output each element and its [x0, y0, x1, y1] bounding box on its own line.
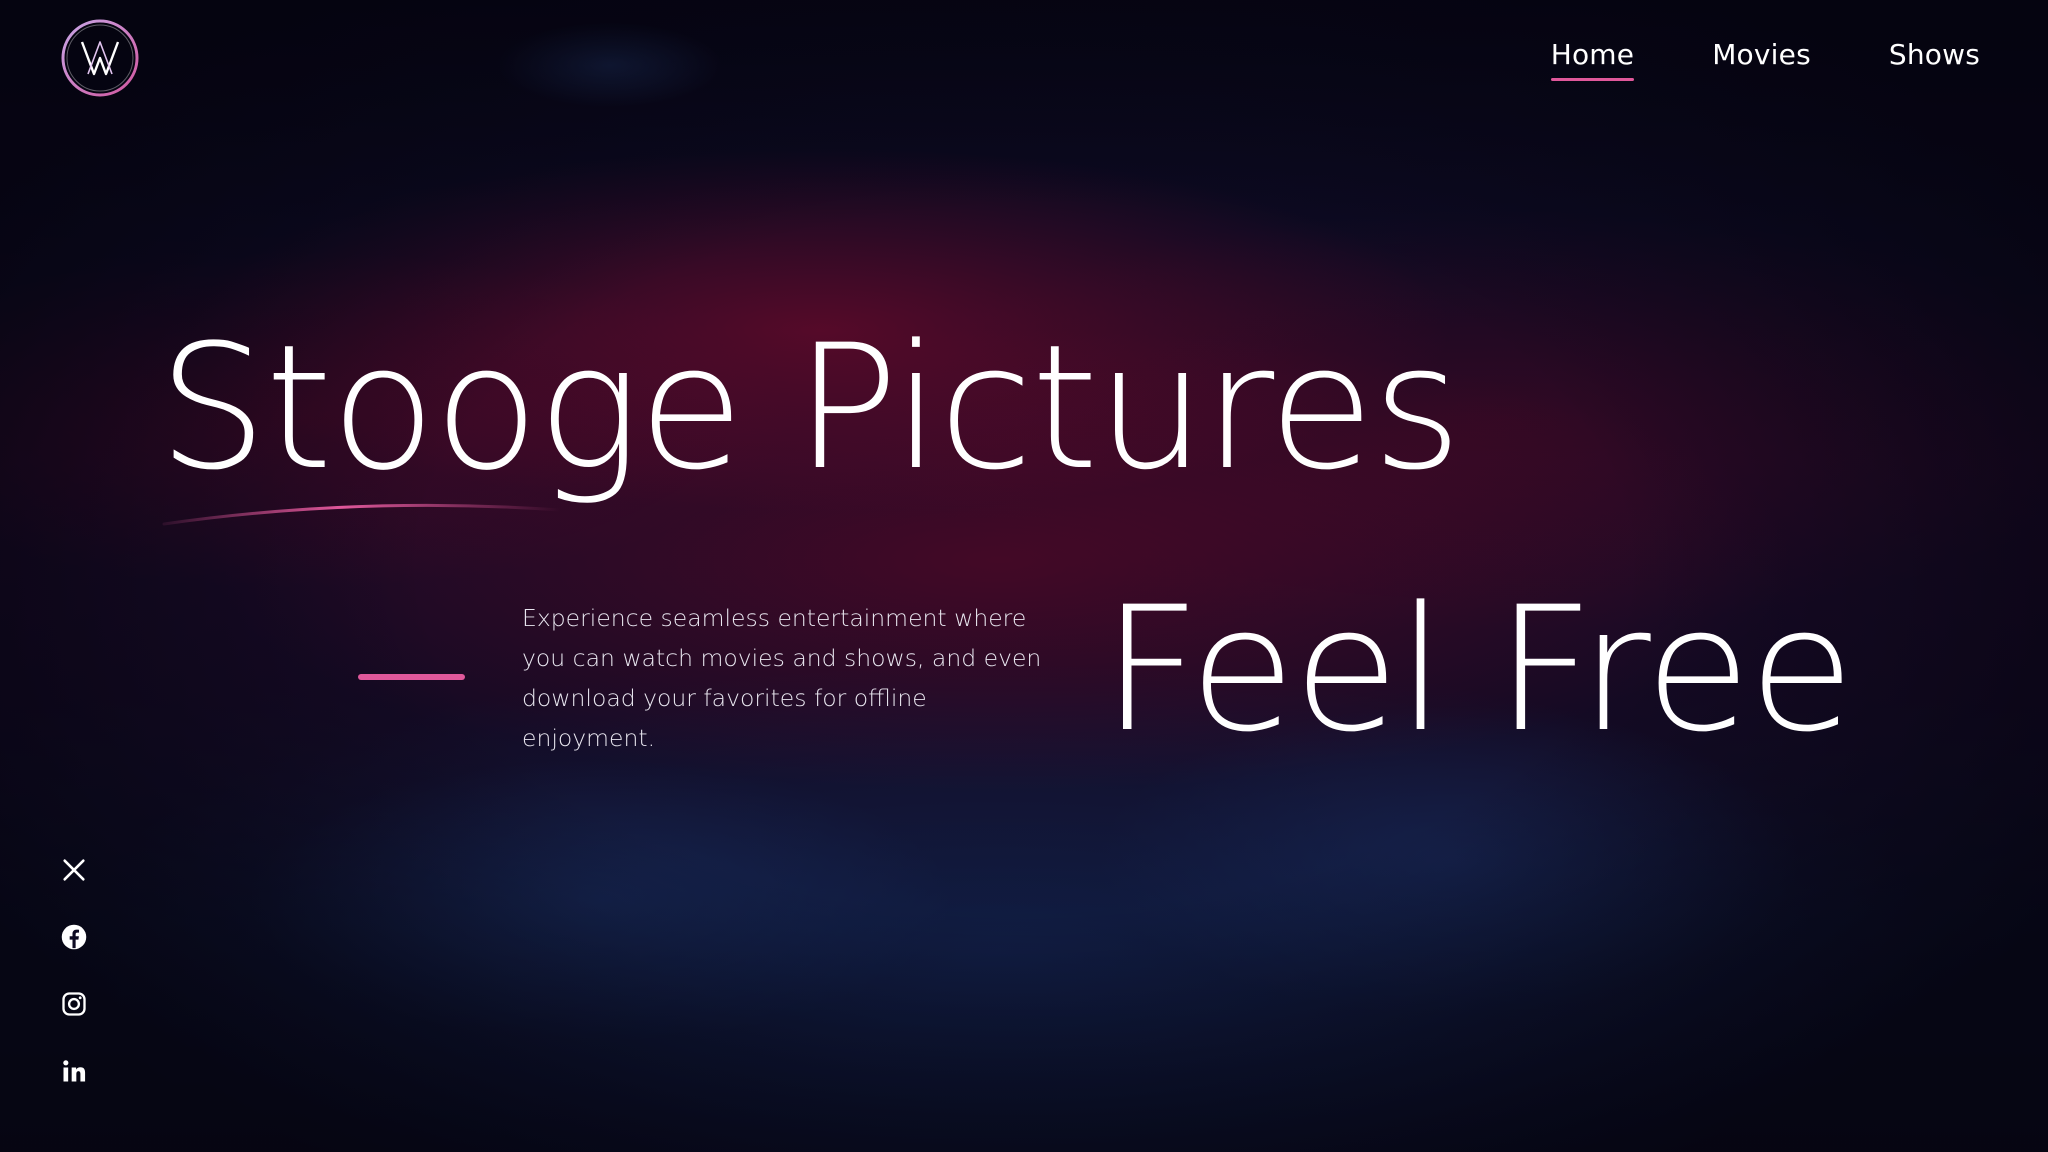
facebook-link[interactable] — [60, 923, 88, 951]
accent-dash — [358, 674, 465, 680]
title-underline-swoosh — [162, 503, 562, 526]
instagram-link[interactable] — [60, 990, 88, 1018]
main-nav: Home Movies Shows — [1550, 38, 1980, 81]
linkedin-icon — [63, 1060, 86, 1082]
hero-slogan: Feel Free — [1102, 569, 1855, 770]
nav-home[interactable]: Home — [1550, 38, 1635, 81]
linkedin-link[interactable] — [60, 1057, 88, 1085]
facebook-icon — [61, 924, 87, 950]
x-twitter-icon — [63, 859, 85, 881]
hero-background: Home Movies Shows Stooge Pictures Experi… — [0, 0, 2048, 1152]
social-links — [60, 856, 88, 1085]
hero-description: Experience seamless entertainment where … — [522, 604, 1042, 752]
nav-movies[interactable]: Movies — [1712, 38, 1811, 71]
instagram-icon — [62, 992, 86, 1016]
site-logo[interactable] — [60, 18, 140, 98]
nav-shows[interactable]: Shows — [1889, 38, 1980, 71]
x-twitter-link[interactable] — [60, 856, 88, 884]
logo-emblem-icon — [61, 19, 139, 97]
hero-title: Stooge Pictures — [158, 307, 1462, 508]
